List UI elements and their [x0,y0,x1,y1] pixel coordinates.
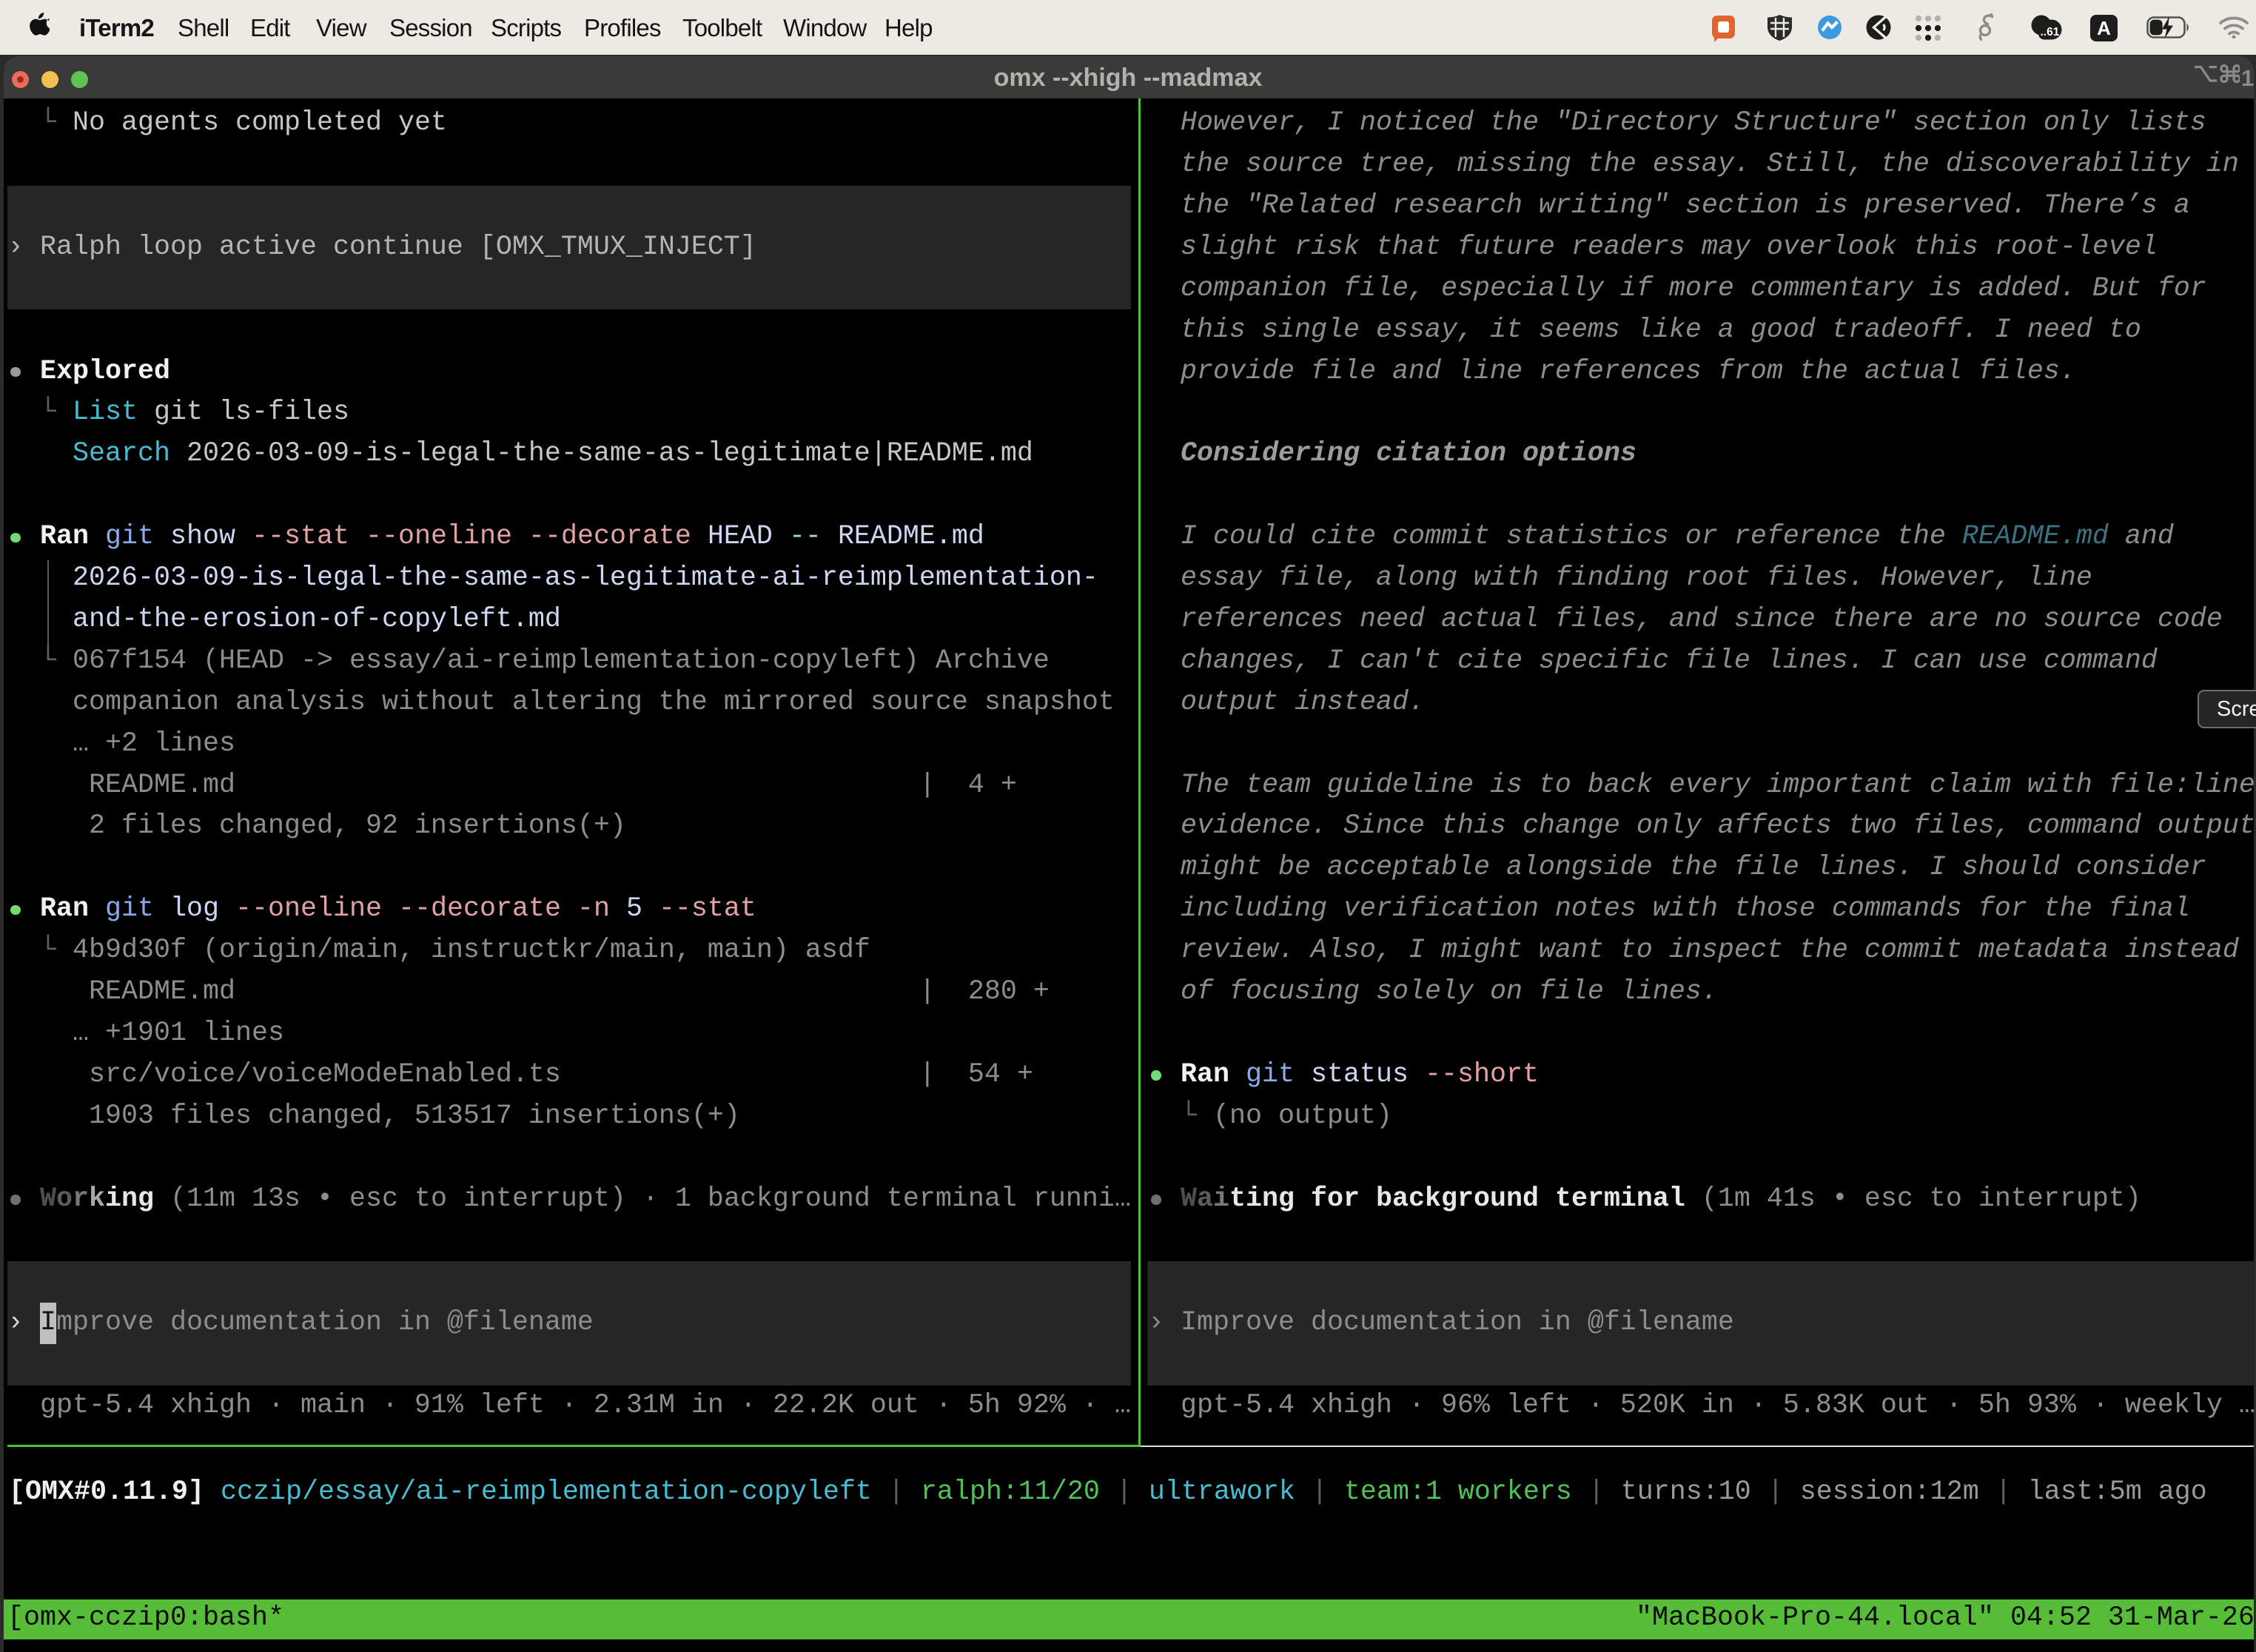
svg-text:..61: ..61 [2041,26,2060,38]
